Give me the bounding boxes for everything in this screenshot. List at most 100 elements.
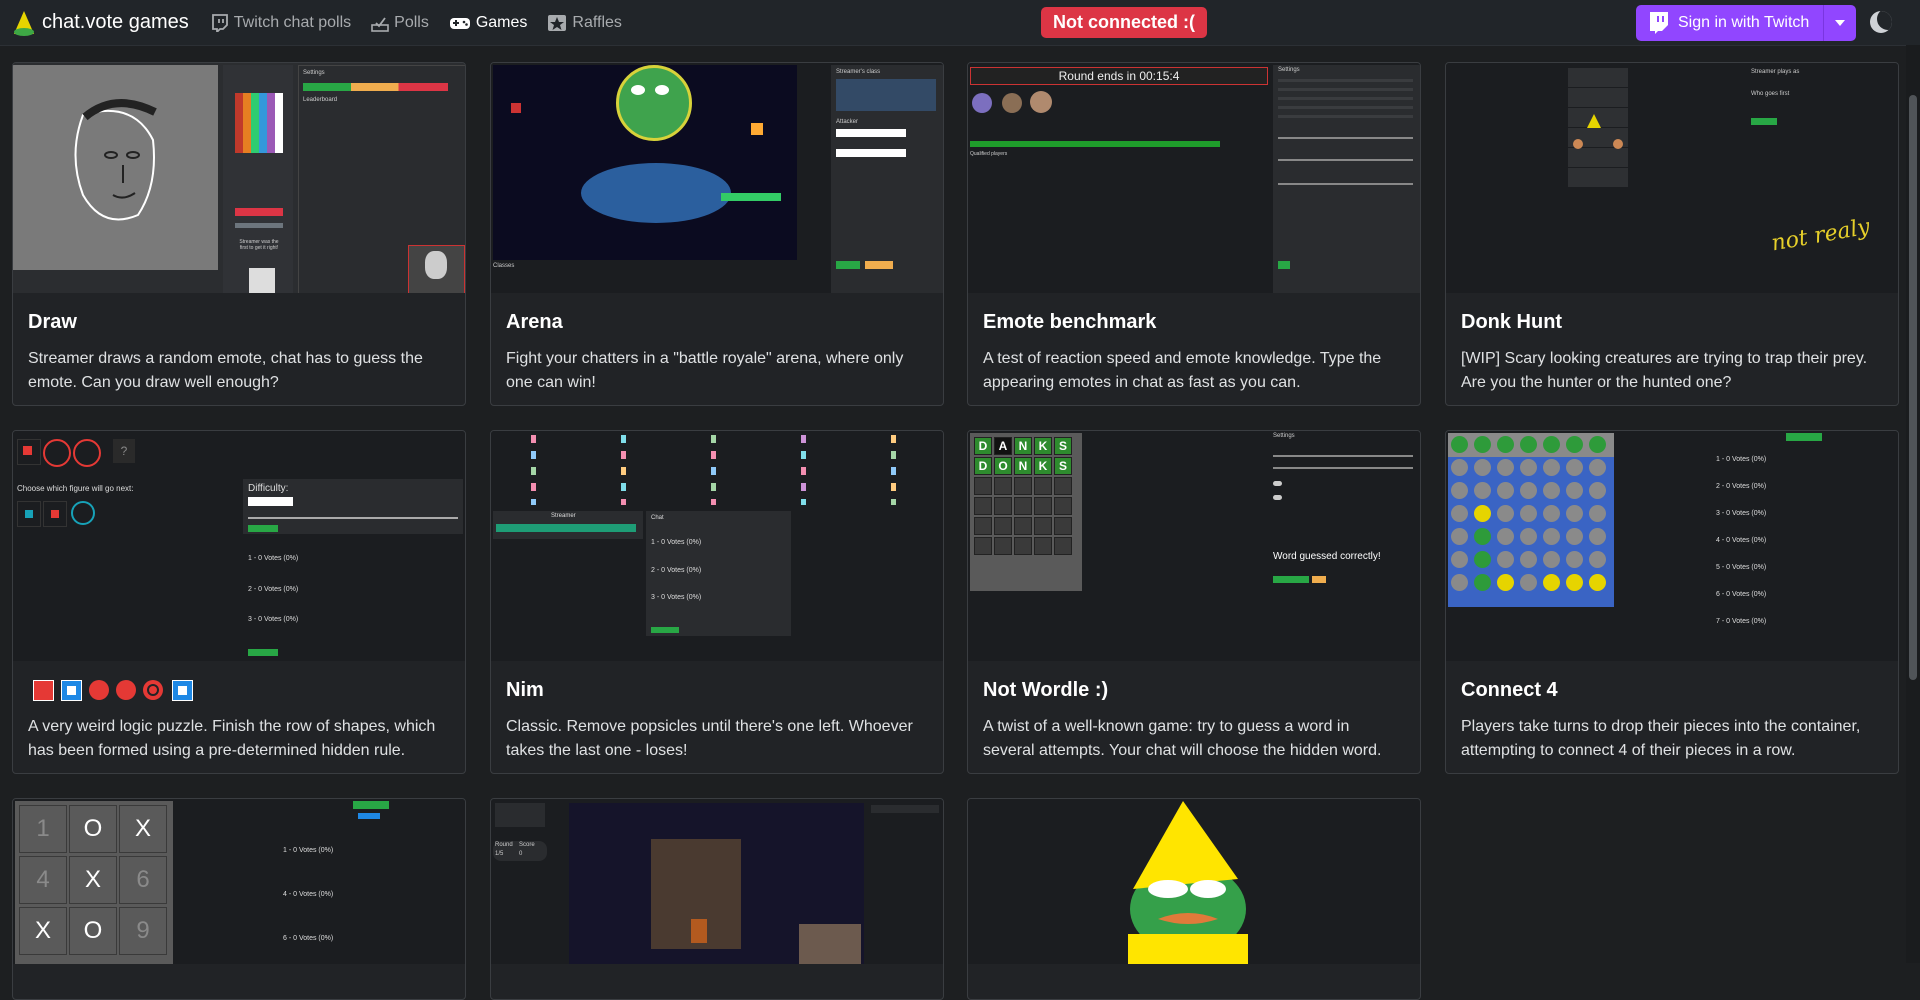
game-card-arena[interactable]: Classes Streamer's class Attacker Arena … bbox=[490, 62, 944, 406]
game-thumbnail-arena: Classes Streamer's class Attacker bbox=[491, 63, 943, 293]
ttt-cell: 4 bbox=[19, 856, 67, 904]
connect4-slot bbox=[1520, 528, 1537, 545]
signin-dropdown-toggle[interactable] bbox=[1824, 5, 1857, 41]
wordle-cell: A bbox=[994, 437, 1012, 455]
connect4-slot bbox=[1543, 482, 1560, 499]
signin-label: Sign in with Twitch bbox=[1678, 14, 1810, 31]
game-card-connect-4[interactable]: 1 - 0 Votes (0%) 2 - 0 Votes (0%) 3 - 0 Vo… bbox=[1445, 430, 1899, 774]
draw-leaderboard-label: Leaderboard bbox=[303, 97, 338, 103]
connect4-slot bbox=[1474, 482, 1491, 499]
connect4-slot bbox=[1566, 505, 1583, 522]
wordle-cell bbox=[1034, 517, 1052, 535]
connect4-slot bbox=[1520, 436, 1537, 453]
difficulty-label: Difficulty: bbox=[248, 483, 289, 494]
game-card-logic-puzzle[interactable]: ? Choose which figure will go next: Diff… bbox=[12, 430, 466, 774]
wordle-cell: D bbox=[974, 457, 992, 475]
connect4-slot bbox=[1497, 551, 1514, 568]
ttt-vote-4: 4 - 0 Votes (0%) bbox=[283, 891, 334, 898]
game-card-donk-hunt[interactable]: Streamer plays as Who goes first not rea… bbox=[1445, 62, 1899, 406]
wordle-cell bbox=[1034, 537, 1052, 555]
dungeon-score-label: Score bbox=[519, 842, 535, 848]
shape-blue-square bbox=[61, 680, 82, 701]
game-thumbnail-emote-benchmark: Round ends in 00:15:4 Qualified players … bbox=[968, 63, 1420, 293]
wordle-cell bbox=[1054, 517, 1072, 535]
game-card-dungeon[interactable]: Round Score 1/5 0 bbox=[490, 798, 944, 1000]
signin-twitch-button[interactable]: Sign in with Twitch bbox=[1636, 5, 1825, 41]
game-card-nim[interactable]: Streamer Chat 1 - 0 Votes (0%) 2 - 0 Vot… bbox=[490, 430, 944, 774]
game-title: Nim bbox=[506, 679, 544, 701]
connect4-slot bbox=[1543, 528, 1560, 545]
game-card-draw[interactable]: Streamer was the first to get it right! … bbox=[12, 62, 466, 406]
game-card-emote-benchmark[interactable]: Round ends in 00:15:4 Qualified players … bbox=[967, 62, 1421, 406]
signin-button-group: Sign in with Twitch bbox=[1636, 5, 1857, 41]
wordle-cell bbox=[1054, 537, 1072, 555]
theme-toggle-moon-icon[interactable] bbox=[1870, 11, 1892, 33]
connect4-vote: 7 - 0 Votes (0%) bbox=[1716, 618, 1767, 625]
connect4-slot bbox=[1566, 574, 1583, 591]
wordle-cell: O bbox=[994, 457, 1012, 475]
ttt-cell: X bbox=[19, 907, 67, 955]
polls-icon bbox=[371, 16, 389, 32]
connect4-slot bbox=[1566, 482, 1583, 499]
game-description: A test of reaction speed and emote knowl… bbox=[983, 350, 1382, 391]
shape-red-square bbox=[33, 680, 54, 701]
wordle-cell bbox=[1034, 477, 1052, 495]
connect4-slot bbox=[1451, 551, 1468, 568]
ttt-cell: 1 bbox=[19, 805, 67, 853]
pepe-elf-icon bbox=[1128, 801, 1248, 964]
nim-streamer-label: Streamer bbox=[551, 513, 576, 519]
connect4-slot bbox=[1543, 436, 1560, 453]
arena-attacker-label: Attacker bbox=[836, 119, 859, 125]
nav-twitch-chat-polls[interactable]: Twitch chat polls bbox=[211, 14, 351, 32]
connect4-slot bbox=[1543, 459, 1560, 476]
page-scrollbar[interactable] bbox=[1906, 45, 1920, 963]
game-thumbnail-donk-hunt: Streamer plays as Who goes first not rea… bbox=[1446, 63, 1898, 293]
connect4-slot bbox=[1520, 574, 1537, 591]
game-thumbnail-tic-tac-toe: 1OX4X6XO9 1 - 0 Votes (0%) 4 - 0 Votes (… bbox=[13, 799, 465, 964]
dungeon-round-label: Round bbox=[495, 842, 513, 848]
ttt-cell: O bbox=[69, 907, 117, 955]
ttt-cell: 9 bbox=[119, 907, 167, 955]
connect4-vote: 5 - 0 Votes (0%) bbox=[1716, 564, 1767, 571]
connect4-slot bbox=[1497, 459, 1514, 476]
brand-link[interactable]: chat.vote games bbox=[12, 10, 189, 36]
nav-polls[interactable]: Polls bbox=[371, 14, 429, 32]
nav-games[interactable]: Games bbox=[449, 14, 527, 32]
connect4-slot bbox=[1566, 551, 1583, 568]
wordle-cell bbox=[1014, 517, 1032, 535]
shape-red-ring bbox=[143, 680, 163, 700]
connect4-slot bbox=[1474, 551, 1491, 568]
game-description: Fight your chatters in a "battle royale"… bbox=[506, 350, 904, 391]
game-description: [WIP] Scary looking creatures are trying… bbox=[1461, 350, 1868, 391]
scrollbar-thumb[interactable] bbox=[1909, 95, 1917, 680]
arena-streamer-class-label: Streamer's class bbox=[836, 69, 881, 75]
connect4-slot bbox=[1589, 505, 1606, 522]
game-title: Arena bbox=[506, 311, 563, 333]
wordle-cell bbox=[974, 497, 992, 515]
nav-raffles[interactable]: Raffles bbox=[547, 14, 622, 32]
connect4-slot bbox=[1451, 482, 1468, 499]
connect4-slot bbox=[1566, 459, 1583, 476]
game-title: Emote benchmark bbox=[983, 311, 1157, 333]
game-description: A very weird logic puzzle. Finish the ro… bbox=[28, 718, 436, 759]
wordle-cell: S bbox=[1054, 457, 1072, 475]
wordle-cell: N bbox=[1014, 437, 1032, 455]
connect4-slot bbox=[1589, 551, 1606, 568]
connect4-vote: 1 - 0 Votes (0%) bbox=[1716, 456, 1767, 463]
game-card-tic-tac-toe[interactable]: 1OX4X6XO9 1 - 0 Votes (0%) 4 - 0 Votes (… bbox=[12, 798, 466, 1000]
emote-settings-label: Settings bbox=[1278, 67, 1300, 73]
connect4-slot bbox=[1474, 505, 1491, 522]
connect4-slot bbox=[1451, 436, 1468, 453]
game-card-not-wordle[interactable]: DANKS DONKS Settings Word guessed correct… bbox=[967, 430, 1421, 774]
game-description: Streamer draws a random emote, chat has … bbox=[28, 350, 423, 391]
logic-vote-1: 1 - 0 Votes (0%) bbox=[248, 555, 299, 562]
main-nav: Twitch chat polls Polls Games Raffles bbox=[211, 14, 642, 32]
connect4-slot bbox=[1497, 505, 1514, 522]
nim-vote-3: 3 - 0 Votes (0%) bbox=[651, 594, 702, 601]
connect4-vote: 4 - 0 Votes (0%) bbox=[1716, 537, 1767, 544]
game-card-elf-hat[interactable] bbox=[967, 798, 1421, 1000]
round-timer: Round ends in 00:15:4 bbox=[970, 67, 1268, 85]
game-description: Players take turns to drop their pieces … bbox=[1461, 718, 1861, 759]
ttt-vote-6: 6 - 0 Votes (0%) bbox=[283, 935, 334, 942]
game-title: Not Wordle :) bbox=[983, 679, 1109, 701]
